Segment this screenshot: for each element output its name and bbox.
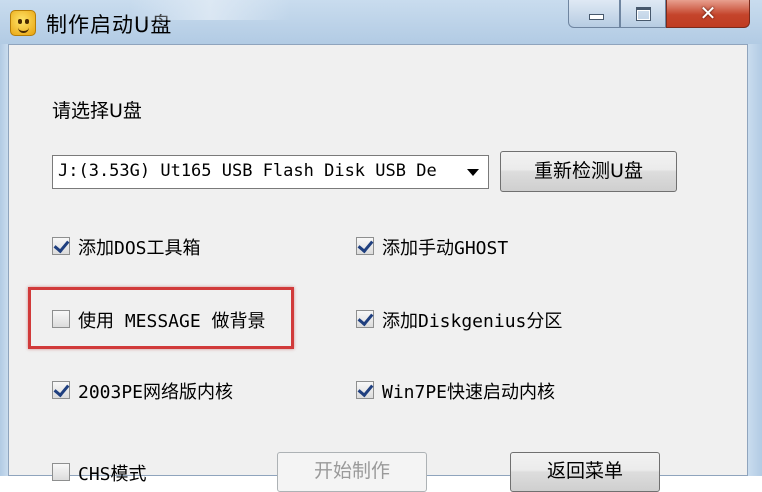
option-label: 添加Diskgenius分区 xyxy=(382,311,563,332)
checkmark-icon xyxy=(357,309,374,327)
option-label: Win7PE快速启动内核 xyxy=(382,382,556,403)
redetect-usb-button[interactable]: 重新检测U盘 xyxy=(500,151,677,192)
start-making-button[interactable]: 开始制作 xyxy=(277,452,427,492)
close-icon: ✕ xyxy=(699,1,717,25)
icon-eye-right xyxy=(25,19,29,24)
checkbox-diskgenius[interactable] xyxy=(356,309,374,328)
minimize-icon xyxy=(589,14,604,20)
checkmark-icon xyxy=(357,236,374,254)
option-label: 添加手动GHOST xyxy=(382,238,509,259)
title-bar: 制作启动U盘 ✕ xyxy=(0,0,762,44)
window-frame-left xyxy=(0,44,8,476)
checkbox-chs-mode[interactable] xyxy=(52,463,70,481)
app-smiley-icon xyxy=(10,10,36,36)
red-highlight-box xyxy=(28,287,294,349)
minimize-button[interactable] xyxy=(568,0,620,28)
maximize-button[interactable] xyxy=(620,0,666,28)
option-label: 2003PE网络版内核 xyxy=(78,382,234,403)
usb-drive-selected-value: J:(3.53G) Ut165 USB Flash Disk USB De xyxy=(58,161,437,181)
maximize-icon xyxy=(636,7,651,21)
checkbox-manual-ghost[interactable] xyxy=(356,236,374,255)
chevron-down-icon[interactable] xyxy=(467,169,479,176)
back-to-menu-button[interactable]: 返回菜单 xyxy=(510,452,660,492)
window-frame-right xyxy=(748,44,762,476)
close-button[interactable]: ✕ xyxy=(666,0,750,28)
checkmark-icon xyxy=(53,380,70,398)
usb-select-label: 请选择U盘 xyxy=(52,100,142,122)
checkbox-2003pe-kernel[interactable] xyxy=(52,380,70,399)
option-label: CHS模式 xyxy=(78,464,147,485)
checkbox-win7pe-kernel[interactable] xyxy=(356,380,374,399)
icon-mouth xyxy=(18,26,29,33)
option-label: 添加DOS工具箱 xyxy=(78,238,201,259)
title-glow xyxy=(130,0,290,20)
icon-eye-left xyxy=(18,19,22,24)
checkmark-icon xyxy=(53,236,70,254)
checkbox-dos-toolbox[interactable] xyxy=(52,236,70,255)
checkmark-icon xyxy=(357,380,374,398)
usb-drive-dropdown[interactable]: J:(3.53G) Ut165 USB Flash Disk USB De xyxy=(52,155,489,189)
